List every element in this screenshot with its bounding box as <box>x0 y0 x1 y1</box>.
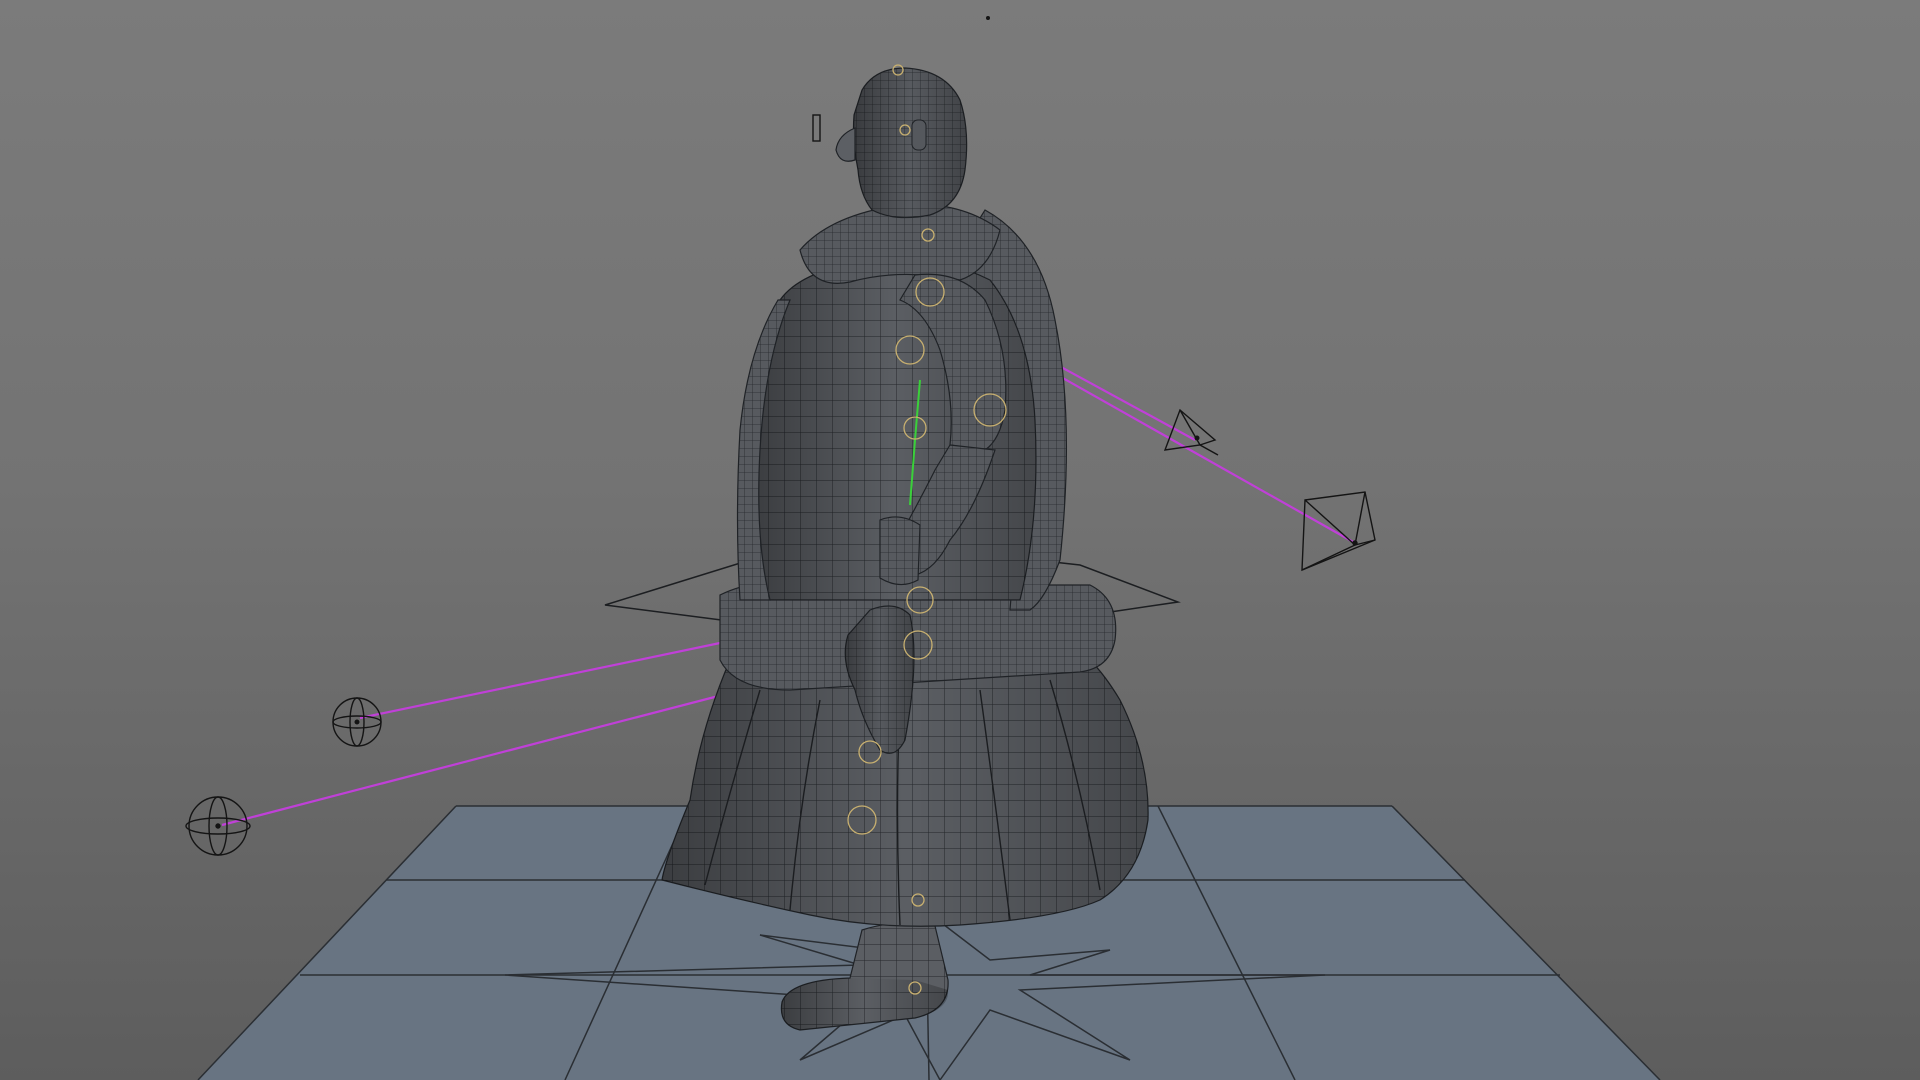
scene-origin-dot <box>986 16 990 20</box>
scene-canvas[interactable] <box>0 0 1920 1080</box>
eye-aim-locator[interactable] <box>812 114 821 142</box>
elbow-pole-target[interactable] <box>1301 491 1376 572</box>
3d-viewport[interactable] <box>0 0 1920 1080</box>
knee-pole-sphere[interactable] <box>185 796 251 856</box>
knee-pole-sphere[interactable] <box>332 697 382 747</box>
character-model[interactable] <box>661 67 1149 1031</box>
elbow-pole-target[interactable] <box>1163 408 1219 456</box>
